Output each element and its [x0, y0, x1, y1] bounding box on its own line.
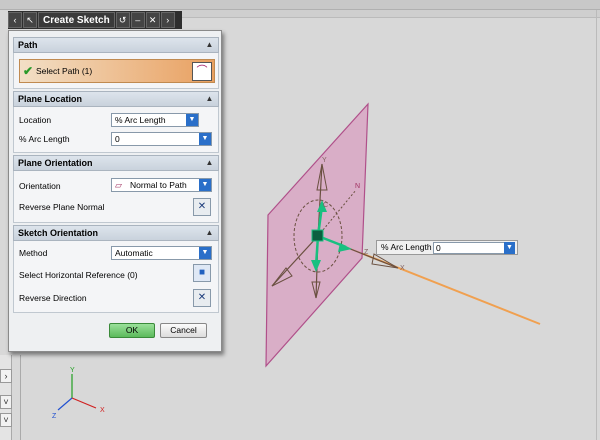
sketch-orientation-section: Sketch Orientation ▲ Method Automatic ▼ …	[13, 225, 219, 313]
location-label: Location	[19, 115, 52, 125]
n-label: N	[355, 183, 360, 190]
ok-button[interactable]: OK	[109, 323, 155, 338]
path-section-header[interactable]: Path ▲	[13, 37, 219, 53]
location-select-value: % Arc Length	[115, 115, 166, 125]
reset-icon[interactable]: ↺	[115, 12, 130, 28]
create-sketch-dialog: Path ▲ ✔ Select Path (1) ⌒ Plane Locatio…	[8, 30, 222, 352]
cube-select-icon[interactable]: ■	[193, 264, 211, 282]
collapse-icon[interactable]: ▲	[204, 228, 215, 238]
arc-length-value: 0	[115, 134, 120, 144]
location-select[interactable]: % Arc Length ▼	[111, 113, 199, 127]
plane-orientation-section: Plane Orientation ▲ Orientation ▱ Normal…	[13, 155, 219, 223]
orientation-select-value: Normal to Path	[130, 180, 187, 190]
reverse-direction-icon[interactable]: ✕	[193, 198, 211, 216]
triad-z-label: Z	[52, 413, 57, 420]
collapse-icon[interactable]: ▲	[204, 158, 215, 168]
plane-location-title: Plane Location	[18, 94, 83, 104]
method-label: Method	[19, 248, 48, 258]
x-label: X	[400, 265, 405, 272]
c-label: C	[323, 202, 328, 209]
arc-length-input[interactable]: 0 ▼	[111, 132, 212, 146]
method-select-value: Automatic	[115, 248, 153, 258]
reverse-plane-normal-label: Reverse Plane Normal	[19, 202, 105, 212]
path-section: Path ▲ ✔ Select Path (1) ⌒	[13, 37, 219, 89]
chevron-down-icon[interactable]: ▼	[186, 114, 198, 126]
triad-y-label: Y	[70, 367, 75, 374]
orientation-label: Orientation	[19, 181, 61, 191]
reverse-direction-label: Reverse Direction	[19, 293, 87, 303]
select-path-label: Select Path (1)	[36, 66, 93, 76]
origin-handle[interactable]	[311, 229, 324, 242]
z-label: Z	[364, 249, 369, 256]
close-icon[interactable]: ✕	[145, 12, 160, 28]
chevron-left-icon[interactable]: ‹	[8, 12, 22, 28]
reverse-direction-icon[interactable]: ✕	[193, 289, 211, 307]
plane-orientation-header[interactable]: Plane Orientation ▲	[13, 155, 219, 171]
path-section-title: Path	[18, 40, 38, 50]
sketch-orientation-header[interactable]: Sketch Orientation ▲	[13, 225, 219, 241]
minimize-icon[interactable]: –	[130, 12, 145, 28]
chevron-down-icon[interactable]: ▼	[199, 247, 211, 259]
arc-length-label: % Arc Length	[19, 134, 70, 144]
chevron-right-icon[interactable]: ›	[160, 12, 175, 28]
curve-select-icon[interactable]: ⌒	[192, 62, 212, 81]
dialog-title: Create Sketch	[38, 12, 115, 28]
horizontal-reference-label: Select Horizontal Reference (0)	[19, 270, 138, 280]
collapse-icon[interactable]: ▲	[204, 40, 215, 50]
plane-orientation-title: Plane Orientation	[18, 158, 93, 168]
arc-length-onscreen-label: % Arc Length	[381, 242, 432, 252]
y-label: Y	[322, 157, 327, 164]
arc-length-onscreen-input: % Arc Length 0 ▼	[376, 240, 518, 255]
plane-location-section: Plane Location ▲ Location % Arc Length ▼…	[13, 91, 219, 153]
x-axis-arrow	[371, 253, 399, 269]
sketch-orientation-title: Sketch Orientation	[18, 228, 99, 238]
triad-x-label: X	[100, 407, 105, 414]
chevron-down-icon[interactable]: ▼	[199, 133, 211, 145]
cancel-button[interactable]: Cancel	[160, 323, 207, 338]
arc-length-onscreen-menu-icon[interactable]: ▼	[504, 242, 515, 254]
select-path-row[interactable]: ✔ Select Path (1) ⌒	[19, 59, 215, 83]
arrow-cursor-icon[interactable]: ↖	[23, 12, 37, 28]
checkmark-icon: ✔	[23, 64, 34, 78]
method-select[interactable]: Automatic ▼	[111, 246, 212, 260]
dialog-titlebar[interactable]: ‹ ↖ Create Sketch ↺ – ✕ ›	[8, 11, 182, 29]
plane-location-header[interactable]: Plane Location ▲	[13, 91, 219, 107]
orientation-select[interactable]: ▱ Normal to Path ▼	[111, 178, 212, 192]
collapse-icon[interactable]: ▲	[204, 94, 215, 104]
wcs-triad: Y X Z	[52, 367, 105, 420]
chevron-down-icon[interactable]: ▼	[199, 179, 211, 191]
plane-icon: ▱	[115, 180, 122, 190]
arc-length-onscreen-value[interactable]: 0	[433, 242, 505, 254]
